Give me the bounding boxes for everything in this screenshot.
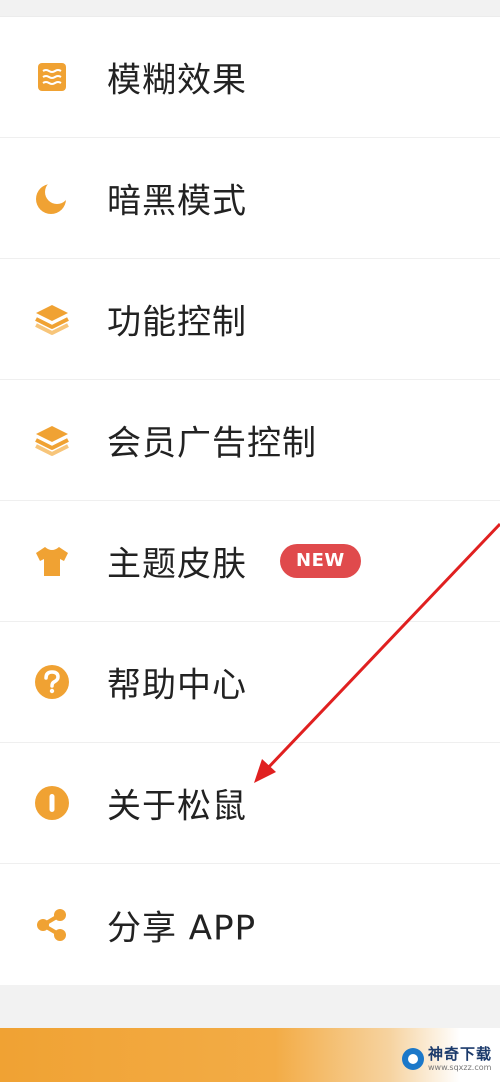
menu-item-label: 功能控制 [107, 302, 247, 343]
menu-item-share-app[interactable]: 分享 APP [0, 864, 500, 985]
menu-item-label: 模糊效果 [107, 60, 247, 101]
menu-item-label: 暗黑模式 [107, 181, 247, 222]
question-icon [32, 662, 72, 702]
menu-item-label: 主题皮肤 [107, 544, 247, 585]
watermark-logo-icon [401, 1048, 424, 1070]
menu-item-about[interactable]: 关于松鼠 [0, 743, 500, 864]
menu-item-dark-mode[interactable]: 暗黑模式 [0, 138, 500, 259]
section-gap [0, 992, 500, 1028]
menu-item-label: 分享 APP [107, 908, 257, 948]
settings-page: 模糊效果 暗黑模式 功能控制 会员广告控制 主题皮肤 NEW 帮助中心 关于松鼠… [0, 0, 500, 1082]
new-badge: NEW [280, 544, 361, 578]
settings-menu: 模糊效果 暗黑模式 功能控制 会员广告控制 主题皮肤 NEW 帮助中心 关于松鼠… [0, 16, 500, 985]
info-icon [32, 783, 72, 823]
menu-item-theme-skin[interactable]: 主题皮肤 NEW [0, 501, 500, 622]
menu-item-member-ad-control[interactable]: 会员广告控制 [0, 380, 500, 501]
watermark-title: 神奇下载 [427, 1044, 492, 1063]
menu-item-blur-effect[interactable]: 模糊效果 [0, 17, 500, 138]
menu-item-label: 会员广告控制 [107, 423, 317, 464]
menu-item-help-center[interactable]: 帮助中心 [0, 622, 500, 743]
moon-icon [32, 178, 72, 218]
tshirt-icon [32, 541, 72, 581]
share-icon [32, 905, 72, 945]
menu-item-label: 关于松鼠 [107, 786, 247, 827]
layers-icon [32, 420, 72, 460]
watermark-url: www.sqxzz.com [427, 1062, 492, 1072]
menu-item-label: 帮助中心 [107, 665, 247, 706]
watermark: 神奇下载 www.sqxzz.com [401, 1040, 492, 1078]
blur-icon [32, 57, 72, 97]
menu-item-feature-control[interactable]: 功能控制 [0, 259, 500, 380]
layers-icon [32, 299, 72, 339]
